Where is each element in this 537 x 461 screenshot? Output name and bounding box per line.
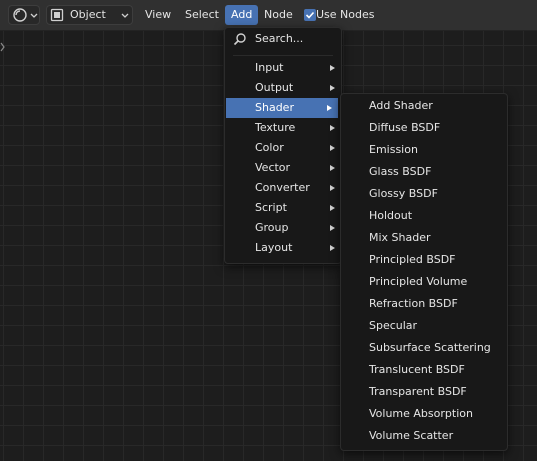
menu-item-label: Vector xyxy=(255,161,291,174)
submenu-arrow-icon xyxy=(330,225,335,231)
menu-item-label: Input xyxy=(255,61,284,74)
shader-item-holdout[interactable]: Holdout xyxy=(341,206,507,226)
add-menu-item-group[interactable]: Group xyxy=(225,218,341,238)
use-nodes-label[interactable]: Use Nodes xyxy=(314,5,377,25)
submenu-arrow-icon xyxy=(330,145,335,151)
shader-item-principled-volume[interactable]: Principled Volume xyxy=(341,272,507,292)
shader-item-glossy-bsdf[interactable]: Glossy BSDF xyxy=(341,184,507,204)
add-menu-item-layout[interactable]: Layout xyxy=(225,238,341,258)
menu-item-label: Script xyxy=(255,201,287,214)
shader-item-specular[interactable]: Specular xyxy=(341,316,507,336)
add-menu-item-input[interactable]: Input xyxy=(225,58,341,78)
menu-item-label: Subsurface Scattering xyxy=(369,341,491,354)
menu-item-label: Diffuse BSDF xyxy=(369,121,441,134)
submenu-arrow-icon xyxy=(330,245,335,251)
shader-item-transparent-bsdf[interactable]: Transparent BSDF xyxy=(341,382,507,402)
menu-item-label: Glossy BSDF xyxy=(369,187,438,200)
shader-item-emission[interactable]: Emission xyxy=(341,140,507,160)
shader-type-dropdown[interactable]: Object xyxy=(46,5,133,25)
menu-separator xyxy=(233,55,333,56)
shader-submenu: Add Shader Diffuse BSDF Emission Glass B… xyxy=(340,93,508,451)
menu-item-label: Glass BSDF xyxy=(369,165,432,178)
shader-editor-icon xyxy=(13,8,27,22)
shader-item-add-shader[interactable]: Add Shader xyxy=(341,96,507,116)
shader-type-value: Object xyxy=(70,8,106,21)
menu-item-label: Principled BSDF xyxy=(369,253,456,266)
editor-type-dropdown[interactable] xyxy=(8,5,40,25)
menu-item-label: Texture xyxy=(255,121,296,134)
menu-add[interactable]: Add xyxy=(225,5,258,25)
search-label: Search... xyxy=(255,32,304,45)
submenu-arrow-icon xyxy=(330,185,335,191)
search-menu-item[interactable]: Search... xyxy=(225,29,341,49)
add-menu-item-color[interactable]: Color xyxy=(225,138,341,158)
menu-item-label: Emission xyxy=(369,143,418,156)
shader-item-refraction-bsdf[interactable]: Refraction BSDF xyxy=(341,294,507,314)
menu-item-label: Layout xyxy=(255,241,293,254)
menu-item-label: Specular xyxy=(369,319,418,332)
add-menu-item-output[interactable]: Output xyxy=(225,78,341,98)
menu-item-label: Refraction BSDF xyxy=(369,297,458,310)
submenu-arrow-icon xyxy=(327,105,332,111)
menu-item-label: Volume Scatter xyxy=(369,429,454,442)
object-icon xyxy=(50,8,64,22)
shader-item-volume-absorption[interactable]: Volume Absorption xyxy=(341,404,507,424)
shader-item-translucent-bsdf[interactable]: Translucent BSDF xyxy=(341,360,507,380)
submenu-arrow-icon xyxy=(330,65,335,71)
shader-item-volume-scatter[interactable]: Volume Scatter xyxy=(341,426,507,446)
menu-item-label: Mix Shader xyxy=(369,231,431,244)
submenu-arrow-icon xyxy=(330,205,335,211)
chevron-down-icon xyxy=(121,13,129,18)
add-menu-item-script[interactable]: Script xyxy=(225,198,341,218)
shader-item-diffuse-bsdf[interactable]: Diffuse BSDF xyxy=(341,118,507,138)
menu-node[interactable]: Node xyxy=(258,5,299,25)
menu-item-label: Volume Absorption xyxy=(369,407,473,420)
menu-item-label: Output xyxy=(255,81,294,94)
submenu-arrow-icon xyxy=(330,165,335,171)
menu-item-label: Translucent BSDF xyxy=(369,363,465,376)
menu-select[interactable]: Select xyxy=(179,5,225,25)
menu-item-label: Holdout xyxy=(369,209,413,222)
shader-item-principled-bsdf[interactable]: Principled BSDF xyxy=(341,250,507,270)
shader-item-glass-bsdf[interactable]: Glass BSDF xyxy=(341,162,507,182)
add-menu-item-converter[interactable]: Converter xyxy=(225,178,341,198)
add-menu-item-vector[interactable]: Vector xyxy=(225,158,341,178)
menu-item-label: Principled Volume xyxy=(369,275,468,288)
menu-item-label: Converter xyxy=(255,181,310,194)
submenu-arrow-icon xyxy=(330,125,335,131)
submenu-arrow-icon xyxy=(330,85,335,91)
sidebar-toggle-icon[interactable] xyxy=(0,42,6,52)
menu-item-label: Color xyxy=(255,141,284,154)
add-menu-item-texture[interactable]: Texture xyxy=(225,118,341,138)
add-menu-item-shader[interactable]: Shader xyxy=(226,98,338,118)
menu-item-label: Group xyxy=(255,221,289,234)
add-menu: Search... Input Output Shader Texture Co… xyxy=(224,27,342,264)
menu-item-label: Shader xyxy=(255,101,294,114)
menu-item-label: Transparent BSDF xyxy=(369,385,467,398)
shader-item-subsurface-scattering[interactable]: Subsurface Scattering xyxy=(341,338,507,358)
menu-view[interactable]: View xyxy=(139,5,177,25)
menu-item-label: Add Shader xyxy=(369,99,433,112)
search-icon xyxy=(233,33,246,46)
shader-item-mix-shader[interactable]: Mix Shader xyxy=(341,228,507,248)
chevron-down-icon xyxy=(30,13,38,18)
